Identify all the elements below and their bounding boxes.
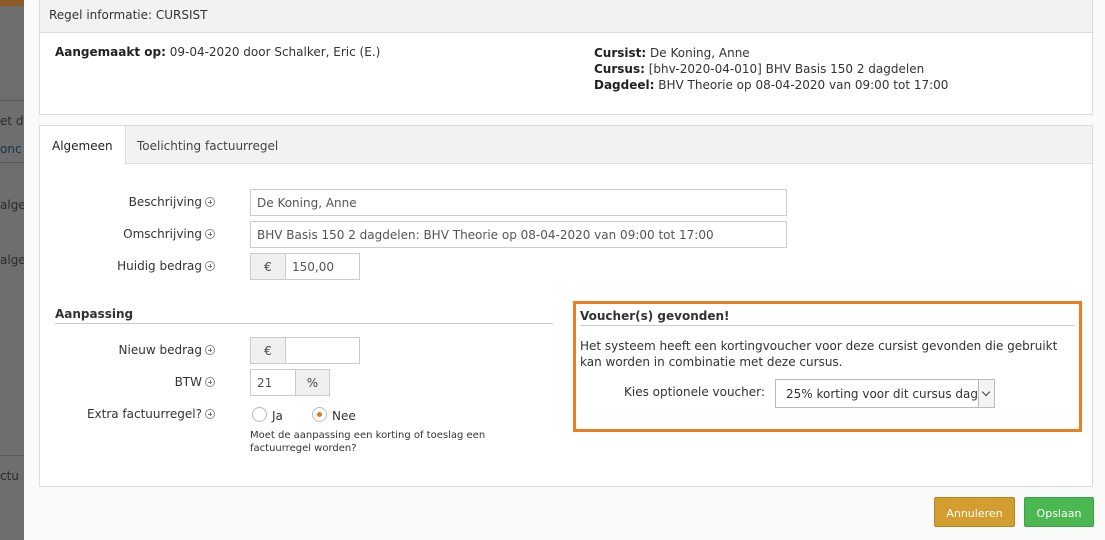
add-circle-icon[interactable] [205,261,215,271]
tabs-panel: Algemeen Toelichting factuurregel Beschr… [39,125,1093,487]
omschrijving-label-text: Omschrijving [123,227,202,241]
background-divider [0,455,24,456]
created-info: Aangemaakt op: 09-04-2020 door Schalker,… [55,45,380,59]
radio-ja-label[interactable]: Ja [272,409,283,423]
omschrijving-label: Omschrijving [15,227,215,241]
background-text: ctu [0,469,19,483]
beschrijving-label: Beschrijving [15,195,215,209]
extra-factuurregel-hint: Moet de aanpassing een korting of toesla… [250,430,486,454]
nieuw-bedrag-label: Nieuw bedrag [15,343,215,357]
tab-bar: Algemeen Toelichting factuurregel [40,126,1092,165]
voucher-found-box: Voucher(s) gevonden! Het systeem heeft e… [573,301,1082,432]
save-button[interactable]: Opslaan [1024,497,1094,527]
cursus-value: [bhv-2020-04-010] BHV Basis 150 2 dagdel… [648,62,925,76]
currency-addon: € [250,253,286,280]
extra-factuurregel-label-text: Extra factuurregel? [86,407,202,421]
add-circle-icon[interactable] [205,197,215,207]
add-circle-icon[interactable] [205,409,215,419]
voucher-text: Het systeem heeft een kortingvoucher voo… [580,339,1058,369]
add-circle-icon[interactable] [205,229,215,239]
add-circle-icon[interactable] [205,377,215,387]
add-circle-icon[interactable] [205,345,215,355]
created-value: 09-04-2020 door Schalker, Eric (E.) [169,45,381,59]
invoice-line-modal: Regel informatie: CURSIST Aangemaakt op:… [24,0,1105,540]
voucher-select-label: Kies optionele voucher: [624,385,765,399]
chevron-down-icon [981,387,991,397]
tab-toelichting-factuurregel[interactable]: Toelichting factuurregel [125,126,290,164]
radio-nee[interactable] [312,407,327,422]
aanpassing-section-title: Aanpassing [55,307,553,324]
background-divider [0,100,24,101]
nieuw-bedrag-input[interactable] [285,337,360,364]
btw-label: BTW [15,375,215,389]
beschrijving-input[interactable]: De Koning, Anne [250,189,787,216]
background-top-bar [0,0,24,6]
voucher-title: Voucher(s) gevonden! [580,309,1075,326]
background-divider [0,162,24,163]
voucher-select[interactable]: 25% korting voor dit cursus dagdeel [775,379,995,408]
beschrijving-label-text: Beschrijving [128,195,202,209]
huidig-bedrag-input[interactable]: 150,00 [285,253,360,280]
percent-addon: % [295,369,330,396]
radio-ja[interactable] [252,407,267,422]
created-label: Aangemaakt op: [55,45,166,59]
background-text: et d [0,114,24,128]
course-info: Cursist: De Koning, Anne Cursus: [bhv-20… [594,45,948,93]
cursist-label: Cursist: [594,46,647,60]
radio-nee-label[interactable]: Nee [332,409,356,423]
background-link: onc [0,142,22,156]
cursist-value: De Koning, Anne [650,46,750,60]
dagdeel-value: BHV Theorie op 08-04-2020 van 09:00 tot … [658,78,949,92]
tab-algemeen[interactable]: Algemeen [40,126,126,165]
nieuw-bedrag-label-text: Nieuw bedrag [118,343,202,357]
omschrijving-input[interactable]: BHV Basis 150 2 dagdelen: BHV Theorie op… [250,221,787,248]
cursus-label: Cursus: [594,62,645,76]
info-panel-title: Regel informatie: CURSIST [40,0,1092,33]
currency-addon: € [250,337,286,364]
huidig-bedrag-label-text: Huidig bedrag [117,259,202,273]
huidig-bedrag-label: Huidig bedrag [15,259,215,273]
extra-factuurregel-label: Extra factuurregel? [15,407,215,421]
btw-input[interactable]: 21 [250,369,296,396]
btw-label-text: BTW [174,375,202,389]
voucher-select-value: 25% korting voor dit cursus dagdeel [786,387,995,401]
select-arrow[interactable] [978,380,994,407]
cancel-button[interactable]: Annuleren [934,497,1015,527]
info-panel: Regel informatie: CURSIST Aangemaakt op:… [39,0,1093,115]
dagdeel-label: Dagdeel: [594,78,655,92]
